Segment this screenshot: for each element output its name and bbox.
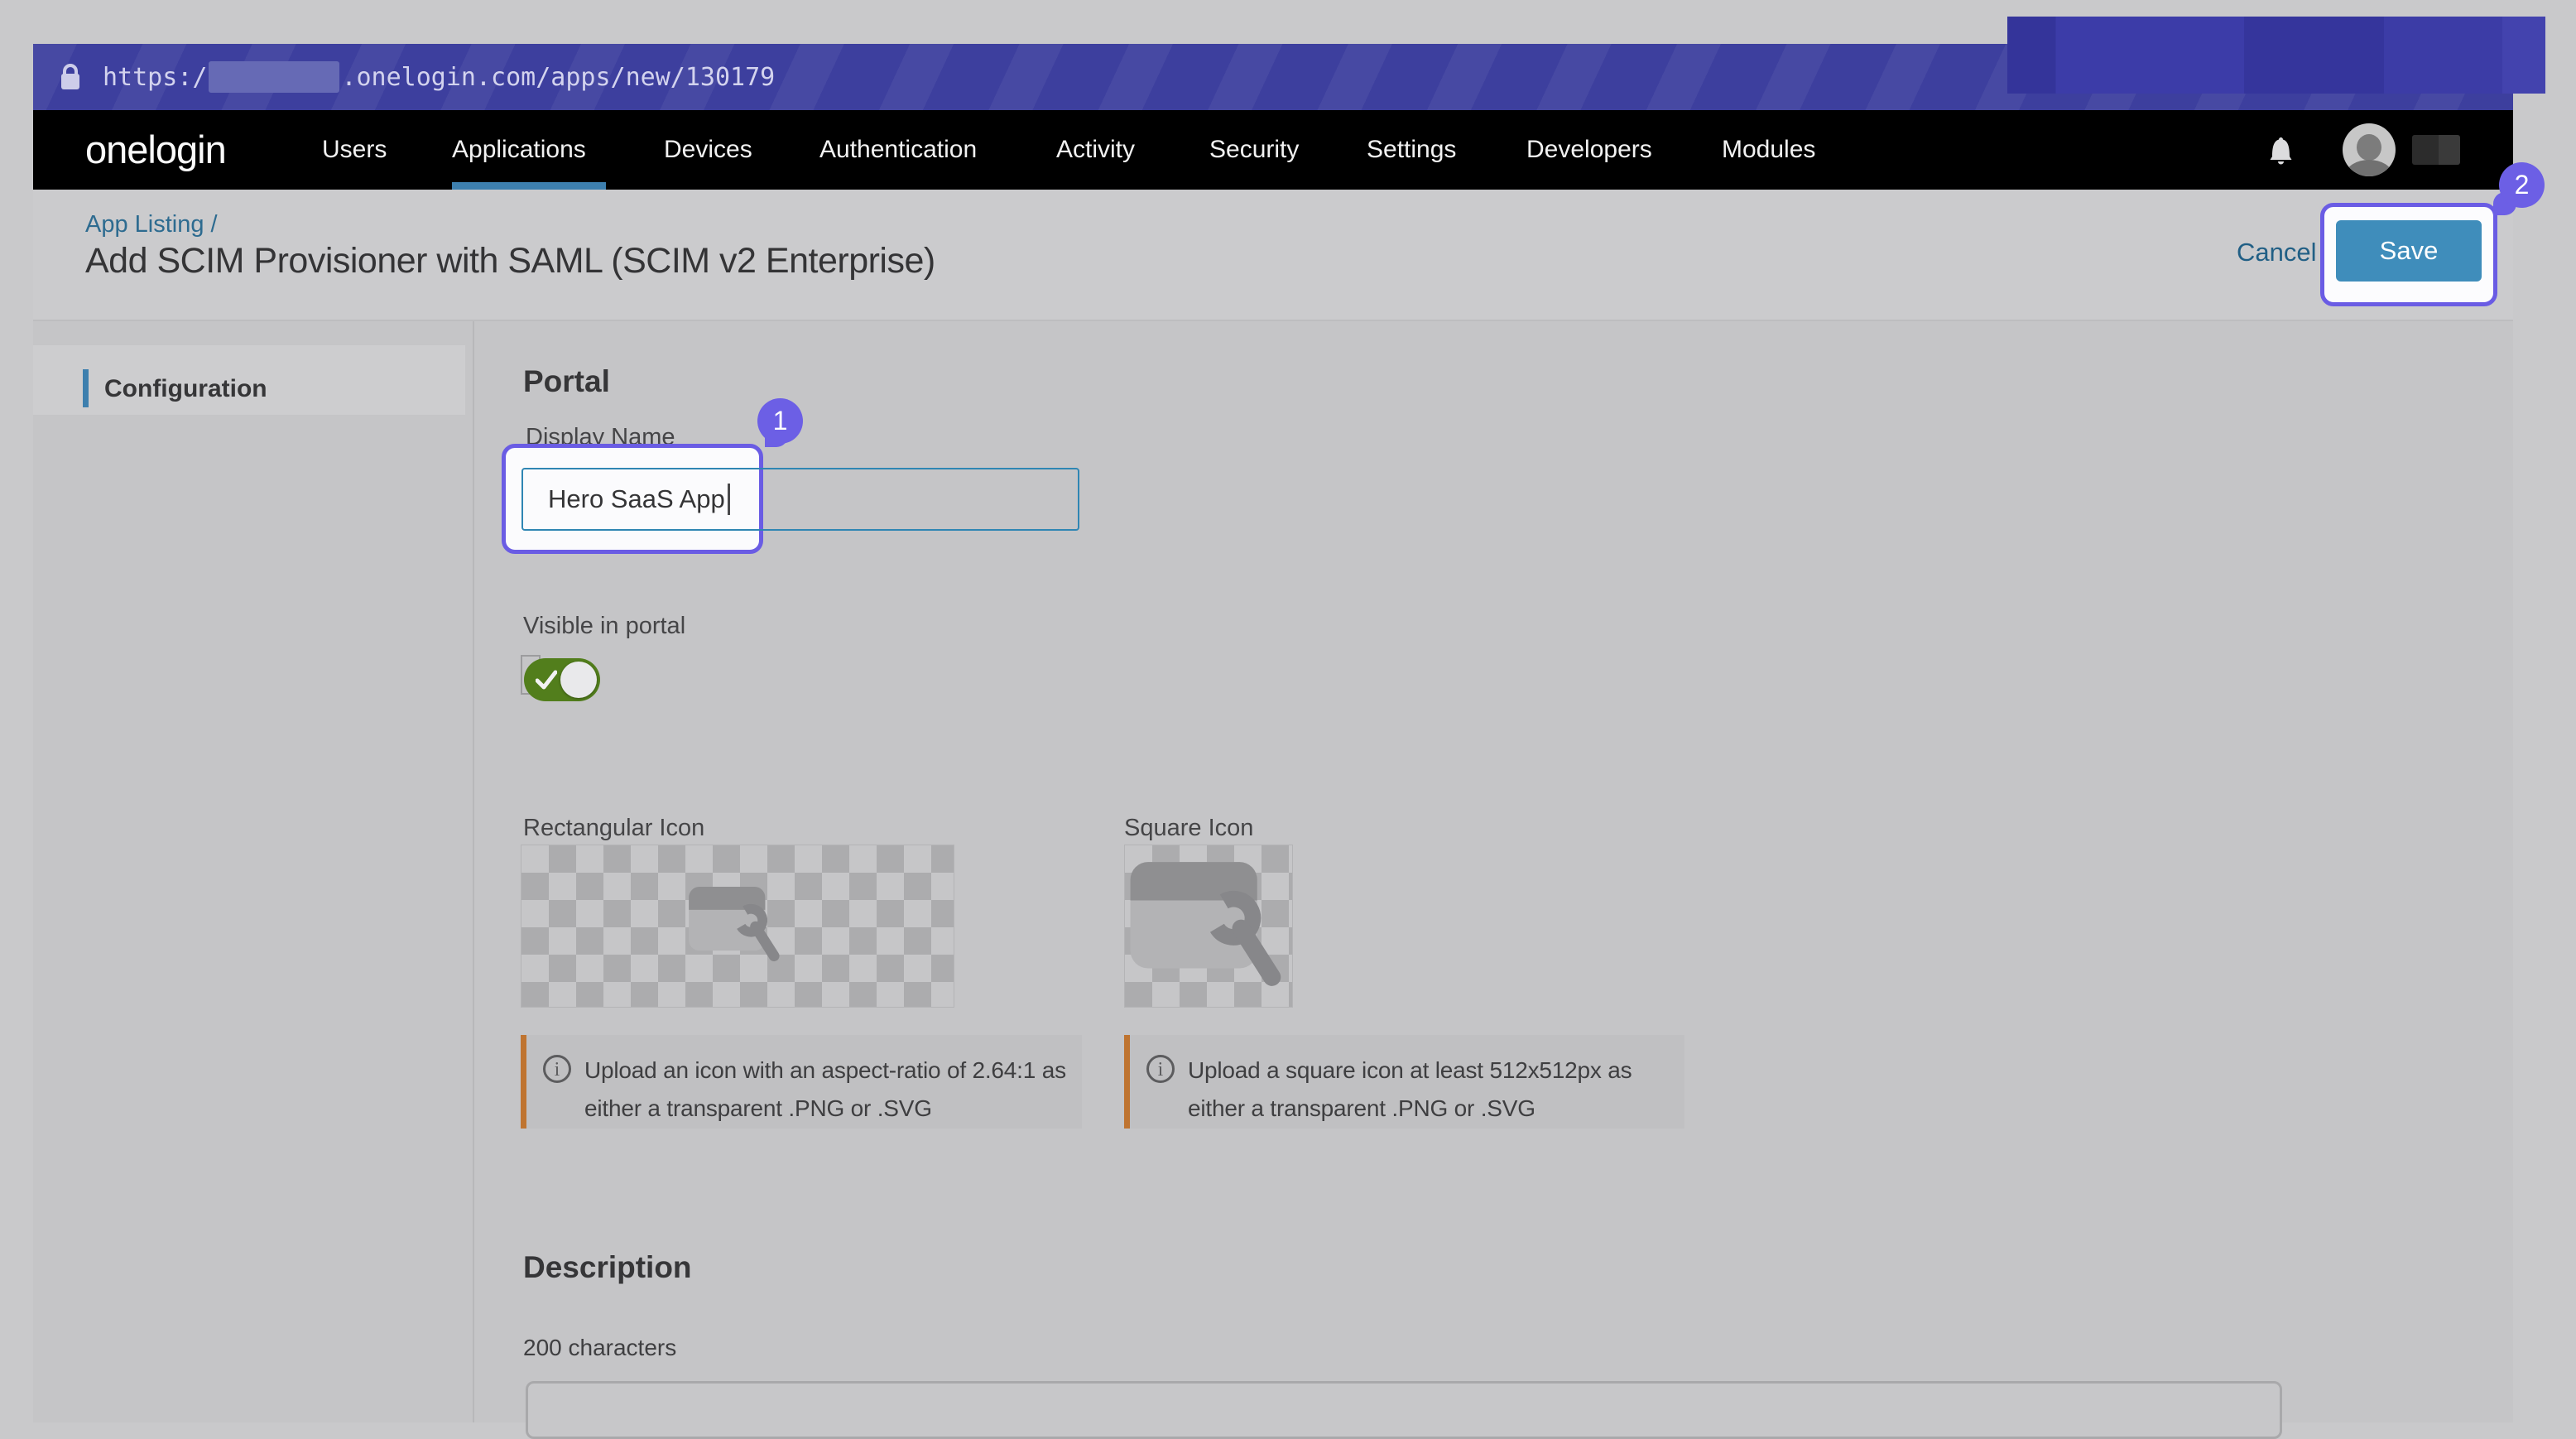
app-window-wrench-icon <box>687 883 785 965</box>
description-heading: Description <box>523 1250 692 1285</box>
annotation-2-badge: 2 <box>2499 162 2545 208</box>
sidebar-active-indicator <box>83 369 89 407</box>
visible-in-portal-toggle[interactable] <box>524 658 600 701</box>
save-button[interactable]: Save <box>2336 220 2482 282</box>
info-icon: i <box>1146 1055 1175 1083</box>
rectangular-icon-info-text: Upload an icon with an aspect-ratio of 2… <box>584 1052 1070 1129</box>
notifications-bell-icon[interactable] <box>2266 132 2295 170</box>
rectangular-icon-info: i Upload an icon with an aspect-ratio of… <box>521 1035 1082 1129</box>
visible-in-portal-label: Visible in portal <box>523 613 685 640</box>
square-icon-info-text: Upload a square icon at least 512x512px … <box>1188 1052 1673 1129</box>
top-navigation-bar: onelogin Users Applications Devices Auth… <box>33 110 2513 190</box>
cancel-button[interactable]: Cancel <box>2237 238 2317 267</box>
rectangular-icon-label: Rectangular Icon <box>523 815 704 842</box>
nav-item-devices[interactable]: Devices <box>664 110 752 190</box>
onelogin-admin-page: https:/ .onelogin.com/apps/new/130179 on… <box>0 0 2576 1422</box>
square-icon-label: Square Icon <box>1124 815 1253 842</box>
url-redacted-block <box>209 61 339 93</box>
display-name-value: Hero SaaS App <box>548 484 725 514</box>
nav-item-authentication[interactable]: Authentication <box>819 110 977 190</box>
nav-item-users[interactable]: Users <box>322 110 387 190</box>
nav-item-modules[interactable]: Modules <box>1722 110 1815 190</box>
top-right-redaction-block <box>2007 17 2545 94</box>
text-cursor <box>728 484 730 515</box>
check-icon <box>536 670 557 690</box>
url-text: https:/ .onelogin.com/apps/new/130179 <box>103 61 775 93</box>
active-nav-underline <box>452 182 606 190</box>
page-header: App Listing / Add SCIM Provisioner with … <box>33 190 2513 321</box>
url-suffix: .onelogin.com/apps/new/130179 <box>341 63 775 92</box>
display-name-input[interactable]: Hero SaaS App <box>521 468 1079 531</box>
breadcrumb[interactable]: App Listing / <box>85 211 218 238</box>
square-icon-info: i Upload a square icon at least 512x512p… <box>1124 1035 1684 1129</box>
sidebar-divider <box>473 321 474 1422</box>
onelogin-logo[interactable]: onelogin <box>85 127 226 172</box>
description-input[interactable] <box>526 1381 2282 1439</box>
nav-item-settings[interactable]: Settings <box>1367 110 1456 190</box>
portal-heading: Portal <box>523 364 610 399</box>
app-window-wrench-icon <box>1127 856 1290 992</box>
sidebar-item-label: Configuration <box>104 375 267 403</box>
info-icon: i <box>543 1055 571 1083</box>
nav-item-applications[interactable]: Applications <box>452 110 586 190</box>
page-title: Add SCIM Provisioner with SAML (SCIM v2 … <box>85 241 935 282</box>
url-prefix: https:/ <box>103 63 207 92</box>
user-avatar[interactable] <box>2343 123 2396 176</box>
toggle-knob <box>560 662 597 698</box>
lock-icon <box>60 63 81 91</box>
annotation-1-badge: 1 <box>757 398 803 444</box>
username-redacted-block <box>2412 135 2460 165</box>
nav-item-developers[interactable]: Developers <box>1526 110 1652 190</box>
nav-item-activity[interactable]: Activity <box>1056 110 1135 190</box>
description-char-limit: 200 characters <box>523 1335 676 1361</box>
avatar-torso-shape <box>2346 160 2392 176</box>
nav-item-security[interactable]: Security <box>1209 110 1299 190</box>
avatar-head-shape <box>2357 134 2381 161</box>
